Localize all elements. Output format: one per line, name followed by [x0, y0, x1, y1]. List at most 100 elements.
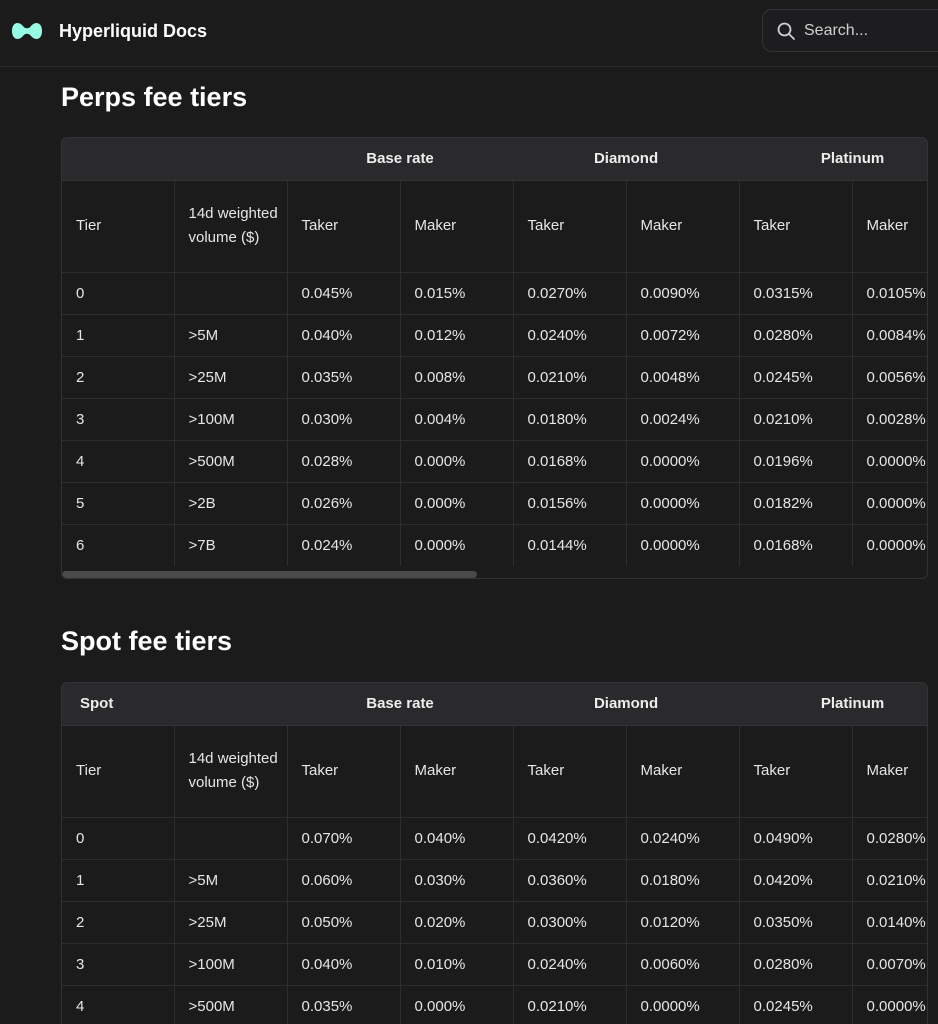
column-header: Taker: [738, 180, 853, 273]
table-cell: 0.0280%: [738, 943, 853, 986]
perps-fee-table: Base rate Diamond Platinum Tier 14d weigh…: [62, 138, 927, 566]
group-header-platinum: Platinum: [739, 138, 927, 181]
spot-fee-tiers-heading: Spot fee tiers: [61, 626, 233, 656]
table-cell: 0.0280%: [851, 817, 927, 860]
table-cell: >25M: [173, 901, 287, 944]
table-cell: 0.000%: [399, 482, 514, 525]
table-row: 2 >25M 0.050% 0.020% 0.0300% 0.0120% 0.0350% 0.…: [62, 901, 927, 944]
table-cell: 0.0024%: [625, 398, 740, 441]
table-cell: 0.035%: [286, 985, 400, 1024]
horizontal-scrollbar[interactable]: [62, 571, 477, 578]
table-cell: 0.024%: [286, 524, 400, 566]
table-cell: 0.0280%: [738, 314, 853, 357]
table-cell: 0.060%: [286, 859, 400, 902]
table-cell: [173, 272, 287, 315]
spot-fee-table-container[interactable]: Spot Base rate Diamond Platinum Tier 14d …: [61, 682, 928, 1024]
group-header-base-rate: Base rate: [287, 138, 514, 181]
perps-fee-table-container[interactable]: Base rate Diamond Platinum Tier 14d weigh…: [61, 137, 928, 579]
table-cell: 0.010%: [399, 943, 514, 986]
table-cell: 0.0490%: [738, 817, 853, 860]
table-row: 5 >2B 0.026% 0.000% 0.0156% 0.0000% 0.0182% 0.0…: [62, 482, 927, 525]
column-header: Taker: [286, 180, 400, 273]
group-header-spacer: [174, 138, 287, 181]
table-cell: 0.0240%: [512, 943, 627, 986]
group-header-diamond: Diamond: [513, 138, 740, 181]
table-cell: 0.0090%: [625, 272, 740, 315]
table-cell: 0.030%: [399, 859, 514, 902]
table-cell: 0.0140%: [851, 901, 927, 944]
table-cell: 0.0315%: [738, 272, 853, 315]
table-cell: 0.0072%: [625, 314, 740, 357]
table-cell: 0.0000%: [625, 524, 740, 566]
table-cell: 0.0000%: [851, 440, 927, 483]
table-cell: 0.070%: [286, 817, 400, 860]
group-header-row: Spot Base rate Diamond Platinum: [62, 683, 927, 726]
table-cell: 0.0000%: [625, 985, 740, 1024]
table-row: 0 0.070% 0.040% 0.0420% 0.0240% 0.0490% 0.0280…: [62, 817, 927, 860]
column-header: Tier: [62, 180, 174, 273]
table-cell: 0.0120%: [625, 901, 740, 944]
group-header-spacer: [174, 683, 287, 726]
table-cell: 3: [62, 943, 174, 986]
table-cell: 0.035%: [286, 356, 400, 399]
table-cell: 0.000%: [399, 985, 514, 1024]
table-cell: 0.0360%: [512, 859, 627, 902]
hyperliquid-logo-icon[interactable]: [10, 19, 44, 43]
table-row: 3 >100M 0.030% 0.004% 0.0180% 0.0024% 0.0210% 0…: [62, 398, 927, 441]
table-cell: 0.015%: [399, 272, 514, 315]
table-cell: 0.0245%: [738, 985, 853, 1024]
column-header: Taker: [286, 725, 400, 818]
table-cell: 0.0000%: [851, 482, 927, 525]
table-cell: 0.0182%: [738, 482, 853, 525]
table-cell: 0.0210%: [738, 398, 853, 441]
search-input[interactable]: Search...: [762, 9, 938, 52]
table-cell: 0.0240%: [625, 817, 740, 860]
table-cell: 5: [62, 482, 174, 525]
table-cell: 0.040%: [399, 817, 514, 860]
table-cell: 0.0144%: [512, 524, 627, 566]
app-title[interactable]: Hyperliquid Docs: [59, 19, 207, 43]
column-header: Maker: [399, 180, 514, 273]
table-cell: 1: [62, 859, 174, 902]
table-cell: 0.0420%: [738, 859, 853, 902]
table-cell: 0.0000%: [851, 985, 927, 1024]
table-cell: 0.004%: [399, 398, 514, 441]
table-cell: 0.0420%: [512, 817, 627, 860]
table-cell: 0.0000%: [625, 440, 740, 483]
table-cell: >7B: [173, 524, 287, 566]
table-cell: 0.0000%: [851, 524, 927, 566]
column-header: Tier: [62, 725, 174, 818]
table-cell: 0.0210%: [512, 985, 627, 1024]
table-cell: 0.0000%: [625, 482, 740, 525]
table-cell: 2: [62, 356, 174, 399]
table-cell: 0.0196%: [738, 440, 853, 483]
table-cell: 0.0084%: [851, 314, 927, 357]
table-cell: 0.0048%: [625, 356, 740, 399]
column-header: Maker: [399, 725, 514, 818]
group-header-label: [62, 138, 174, 181]
table-cell: 0.050%: [286, 901, 400, 944]
table-row: 0 0.045% 0.015% 0.0270% 0.0090% 0.0315% 0.0105…: [62, 272, 927, 315]
table-row: 3 >100M 0.040% 0.010% 0.0240% 0.0060% 0.0280% 0…: [62, 943, 927, 986]
column-header: Taker: [512, 180, 627, 273]
column-header: Maker: [625, 180, 740, 273]
group-header-diamond: Diamond: [513, 683, 740, 726]
table-cell: 0.030%: [286, 398, 400, 441]
table-cell: 0.0210%: [512, 356, 627, 399]
table-cell: 3: [62, 398, 174, 441]
table-cell: 4: [62, 440, 174, 483]
table-cell: >500M: [173, 440, 287, 483]
column-header: 14d weighted volume ($): [173, 180, 287, 273]
group-header-base-rate: Base rate: [287, 683, 514, 726]
column-header: Maker: [851, 180, 927, 273]
table-cell: 0.000%: [399, 440, 514, 483]
table-cell: >100M: [173, 943, 287, 986]
search-placeholder: Search...: [804, 22, 869, 39]
table-cell: 0.0270%: [512, 272, 627, 315]
table-cell: >25M: [173, 356, 287, 399]
table-cell: 0.0350%: [738, 901, 853, 944]
search-icon: [777, 22, 795, 40]
column-header: Maker: [851, 725, 927, 818]
table-row: 4 >500M 0.028% 0.000% 0.0168% 0.0000% 0.0196% 0…: [62, 440, 927, 483]
column-header-row: Tier 14d weighted volume ($) Taker Maker Tak…: [62, 725, 927, 818]
